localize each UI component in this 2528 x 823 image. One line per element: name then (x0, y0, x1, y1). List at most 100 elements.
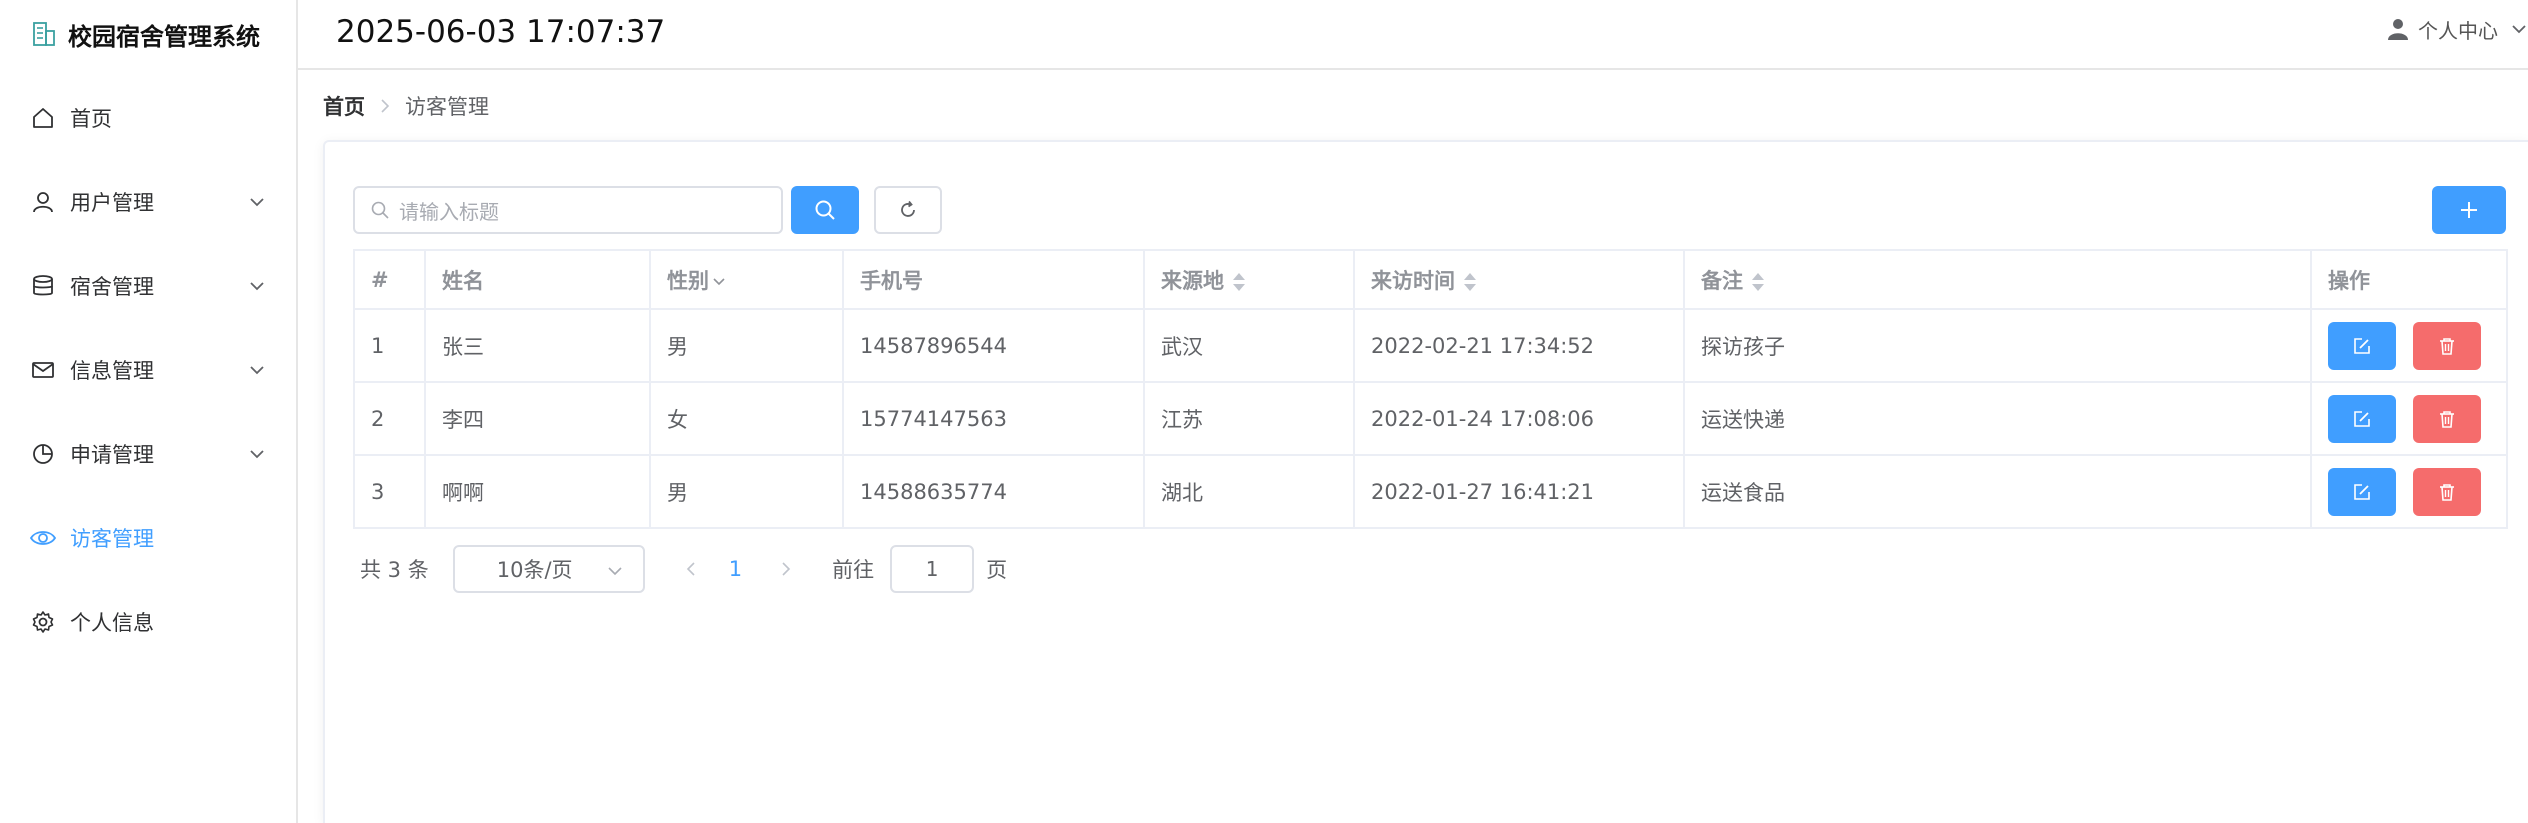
reset-button[interactable] (874, 186, 942, 234)
cell-index: 2 (353, 381, 426, 456)
cell-visit-time: 2022-02-21 17:34:52 (1353, 308, 1685, 383)
edit-icon (2354, 337, 2370, 354)
page-size-select[interactable]: 10条/页 (452, 545, 645, 593)
column-header-label: 备注 (1701, 268, 1743, 293)
edit-icon (2354, 410, 2370, 427)
edit-button[interactable] (2328, 467, 2396, 516)
cell-gender: 男 (649, 308, 844, 383)
sidebar-item-users[interactable]: 用户管理 (0, 160, 296, 244)
cell-origin: 江苏 (1143, 381, 1355, 456)
search-placeholder: 请输入标题 (399, 199, 499, 224)
cell-visit-time: 2022-01-24 17:08:06 (1353, 381, 1685, 456)
column-header-visit-time[interactable]: 来访时间 (1353, 249, 1685, 310)
search-input[interactable]: 请输入标题 (353, 186, 783, 234)
trash-icon (2440, 483, 2454, 501)
column-header-label: 来源地 (1161, 268, 1224, 293)
chevron-left-icon[interactable] (681, 559, 701, 579)
chevron-down-icon (250, 282, 264, 291)
trash-icon (2440, 410, 2454, 428)
sidebar-item-label: 访客管理 (70, 527, 154, 551)
edit-button[interactable] (2328, 394, 2396, 443)
chevron-down-icon (608, 567, 622, 576)
search-button[interactable] (791, 186, 859, 234)
sidebar-item-label: 信息管理 (70, 359, 154, 383)
column-header-label: 来访时间 (1371, 268, 1455, 293)
visitor-table: # 姓名 性别 手机号 来源地 来访时间 备注 操作 1 张三 男 145878… (353, 249, 2508, 529)
sidebar-item-dorms[interactable]: 宿舍管理 (0, 244, 296, 328)
mail-icon (30, 357, 56, 383)
cell-phone: 15774147563 (842, 381, 1145, 456)
sidebar-item-label: 宿舍管理 (70, 275, 154, 299)
table-row: 3 啊啊 男 14588635774 湖北 2022-01-27 16:41:2… (353, 454, 2508, 529)
pagination: 共 3 条 10条/页 1 前往 1 页 (360, 545, 1007, 593)
building-icon (33, 22, 55, 46)
cell-actions (2310, 308, 2508, 383)
delete-button[interactable] (2413, 467, 2481, 516)
column-header-remark[interactable]: 备注 (1683, 249, 2312, 310)
refresh-icon (901, 200, 915, 217)
filter-icon[interactable] (711, 274, 727, 290)
chevron-down-icon (250, 450, 264, 459)
sidebar-item-label: 用户管理 (70, 191, 154, 215)
column-header-label: 性别 (667, 268, 709, 293)
cell-name: 张三 (424, 308, 651, 383)
sort-icon[interactable] (1463, 271, 1476, 293)
goto-page-input[interactable]: 1 (890, 545, 975, 593)
cell-visit-time: 2022-01-27 16:41:21 (1353, 454, 1685, 529)
delete-button[interactable] (2413, 394, 2481, 443)
cell-gender: 女 (649, 381, 844, 456)
sidebar-item-home[interactable]: 首页 (0, 76, 296, 160)
table-header-row: # 姓名 性别 手机号 来源地 来访时间 备注 操作 (353, 249, 2508, 310)
cell-phone: 14588635774 (842, 454, 1145, 529)
column-header-phone: 手机号 (842, 249, 1145, 310)
sidebar-item-visitors[interactable]: 访客管理 (0, 496, 296, 580)
chevron-down-icon (250, 198, 264, 207)
pie-chart-icon (30, 441, 56, 467)
column-header-actions: 操作 (2310, 249, 2508, 310)
page-number[interactable]: 1 (729, 557, 742, 581)
column-header-origin[interactable]: 来源地 (1143, 249, 1355, 310)
chevron-right-icon[interactable] (776, 559, 796, 579)
table-row: 1 张三 男 14587896544 武汉 2022-02-21 17:34:5… (353, 308, 2508, 383)
page-suffix: 页 (986, 558, 1008, 582)
delete-button[interactable] (2413, 321, 2481, 370)
trash-icon (2440, 337, 2454, 355)
column-header-name: 姓名 (424, 249, 651, 310)
sidebar-item-label: 个人信息 (70, 611, 154, 635)
top-header: 2025-06-03 17:07:37 个人中心 (298, 0, 2528, 70)
cell-remark: 运送快递 (1683, 381, 2312, 456)
sidebar-item-profile[interactable]: 个人信息 (0, 580, 296, 664)
column-header-index: # (353, 249, 426, 310)
sidebar-item-label: 申请管理 (70, 443, 154, 467)
sidebar-item-info[interactable]: 信息管理 (0, 328, 296, 412)
sort-icon[interactable] (1751, 271, 1764, 293)
edit-button[interactable] (2328, 321, 2396, 370)
home-icon (30, 105, 56, 131)
pagination-total: 共 3 条 (360, 558, 429, 582)
user-menu-label: 个人中心 (2418, 18, 2498, 43)
cell-index: 3 (353, 454, 426, 529)
sidebar-item-applications[interactable]: 申请管理 (0, 412, 296, 496)
sidebar-item-label: 首页 (70, 107, 112, 131)
breadcrumb-current: 访客管理 (405, 95, 489, 119)
cell-index: 1 (353, 308, 426, 383)
chevron-down-icon (2512, 25, 2526, 34)
gear-icon (30, 609, 56, 635)
edit-icon (2354, 483, 2370, 500)
user-menu[interactable]: 个人中心 (2388, 14, 2528, 44)
current-datetime: 2025-06-03 17:07:37 (336, 14, 666, 50)
app-title: 校园宿舍管理系统 (68, 22, 260, 51)
column-header-gender[interactable]: 性别 (649, 249, 844, 310)
cell-actions (2310, 381, 2508, 456)
user-icon (30, 189, 56, 215)
chevron-right-icon (381, 99, 390, 113)
goto-label: 前往 (832, 558, 875, 582)
search-icon (371, 201, 389, 219)
page-size-value: 10条/页 (496, 558, 573, 582)
app-logo: 校园宿舍管理系统 (32, 14, 260, 54)
breadcrumb-home[interactable]: 首页 (323, 91, 365, 121)
sidebar: 校园宿舍管理系统 首页 用户管理 宿舍管理 信息管理 申请管理 访客管理 个人信… (0, 0, 298, 823)
add-visitor-button[interactable] (2432, 186, 2506, 234)
sort-icon[interactable] (1232, 271, 1245, 293)
table-row: 2 李四 女 15774147563 江苏 2022-01-24 17:08:0… (353, 381, 2508, 456)
